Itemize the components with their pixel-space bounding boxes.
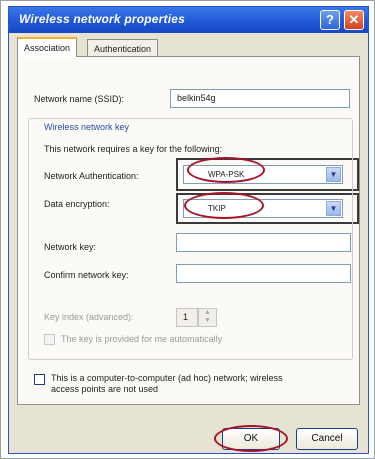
- adhoc-checkbox[interactable]: [34, 374, 45, 385]
- title-bar: Wireless network properties ? ✕: [9, 7, 368, 33]
- ssid-label: Network name (SSID):: [34, 94, 125, 104]
- tab-authentication[interactable]: Authentication: [87, 39, 159, 57]
- help-button[interactable]: ?: [320, 10, 340, 30]
- close-icon: ✕: [348, 12, 360, 27]
- help-icon: ?: [326, 12, 334, 27]
- window-title: Wireless network properties: [19, 12, 186, 26]
- wireless-key-group: [28, 118, 353, 360]
- tab-association[interactable]: Association: [17, 37, 78, 57]
- close-button[interactable]: ✕: [344, 10, 364, 30]
- adhoc-label-line1: This is a computer-to-computer (ad hoc) …: [51, 373, 283, 383]
- adhoc-label-line2: access points are not used: [51, 384, 159, 394]
- association-panel: Network name (SSID): belkin54g Wireless …: [17, 56, 360, 405]
- cancel-button[interactable]: Cancel: [296, 428, 358, 450]
- wireless-properties-dialog: Wireless network properties ? ✕ Associat…: [8, 6, 369, 454]
- ok-annotation-circle: [214, 425, 288, 452]
- ssid-input[interactable]: belkin54g: [170, 89, 350, 108]
